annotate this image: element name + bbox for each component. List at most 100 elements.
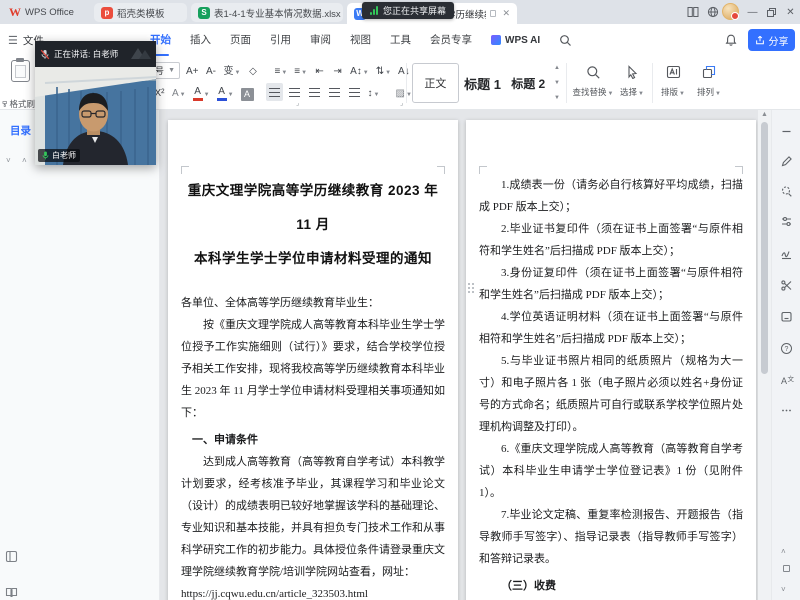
align-right-icon (309, 88, 320, 97)
page-thumbnail-icon[interactable] (783, 565, 790, 572)
clear-format-button[interactable]: ◇ (245, 61, 260, 79)
text-transform-button[interactable]: 变▼ (222, 61, 243, 79)
more-icon[interactable] (779, 403, 794, 418)
char-scale-button[interactable]: ⇅▼ (374, 61, 393, 79)
close-tab-icon[interactable]: ✕ (502, 8, 510, 19)
paragraph[interactable]: 4.学位英语证明材料（须在证书上面签署“与原件相符和学生姓名”后扫描成 PDF … (479, 306, 743, 350)
share-button-label: 分享 (769, 33, 789, 48)
notes-card-icon[interactable] (779, 309, 794, 324)
translate-icon[interactable]: A文 (779, 373, 794, 388)
globe-icon[interactable] (704, 4, 721, 20)
tab-docer-template[interactable]: p 稻壳类模板 (94, 3, 187, 22)
paragraph[interactable]: 6.《重庆文理学院成人高等教育（高等教育自学考试）本科毕业生申请学士学位登记表》… (479, 438, 743, 504)
edit-pencil-icon[interactable] (779, 154, 794, 169)
paragraph-dialog-launcher[interactable]: ⌟ (400, 99, 403, 107)
format-painter-button[interactable]: 格式刷 (2, 98, 35, 110)
paragraph[interactable]: 按《重庆文理学院成人高等教育本科毕业生学士学位授予工作实施细则（试行）》要求，结… (181, 314, 445, 424)
style-body-text[interactable]: 正文 (412, 63, 459, 103)
page-2[interactable]: 1.成绩表一份（请务必自行核算好平均成绩，扫描成 PDF 版本上交）； 2.毕业… (466, 120, 756, 600)
decrease-font-button[interactable]: A- (204, 61, 219, 79)
paragraph[interactable]: 1.成绩表一份（请务必自行核算好平均成绩，扫描成 PDF 版本上交）； (479, 174, 743, 218)
tab-wps-home[interactable]: W WPS Office (2, 3, 81, 22)
tab-reference[interactable]: 引用 (270, 24, 291, 56)
tab-page[interactable]: 页面 (230, 24, 251, 56)
paragraph[interactable]: 各单位、全体高等学历继续教育毕业生： (181, 292, 445, 314)
lasso-select-icon[interactable] (779, 184, 794, 199)
distribute-button[interactable] (346, 83, 363, 101)
page-1[interactable]: 重庆文理学院高等学历继续教育 2023 年 11 月 本科学生学士学位申请材料受… (168, 120, 458, 600)
scrollbar-thumb[interactable] (761, 122, 768, 374)
restore-button[interactable] (763, 4, 780, 20)
link-text[interactable]: https://jj.cqwu.edu.cn/article_323503.ht… (181, 583, 445, 600)
notification-bell-icon[interactable] (724, 33, 738, 47)
char-shading-button[interactable]: A (239, 83, 256, 101)
bullet-list-button[interactable]: ≡▼ (272, 61, 289, 79)
numbered-list-button[interactable]: ≡▼ (292, 61, 309, 79)
decrease-indent-button[interactable]: ⇤ (312, 61, 327, 79)
scissors-icon[interactable] (779, 278, 794, 293)
signature-icon[interactable] (779, 246, 794, 261)
increase-indent-button[interactable]: ⇥ (330, 61, 345, 79)
previous-page-icon[interactable]: ˄ (781, 547, 786, 556)
align-right-button[interactable] (306, 83, 323, 101)
paste-button[interactable] (5, 60, 35, 82)
search-icon[interactable] (559, 34, 572, 47)
share-button[interactable]: 分享 (748, 29, 795, 51)
tab-member[interactable]: 会员专享 (430, 24, 472, 56)
font-color-button[interactable]: A▼ (215, 83, 236, 101)
collapse-toolbar-icon[interactable] (779, 124, 794, 139)
chevron-down-icon[interactable]: ˅ (6, 156, 11, 165)
paragraph[interactable]: 达到成人高等教育（高等教育自学考试）本科教学计划要求，经考核准予毕业，其课程学习… (181, 451, 445, 583)
vertical-scrollbar[interactable]: ▲ (758, 110, 771, 600)
tab-insert[interactable]: 插入 (190, 24, 211, 56)
shading-fill-button[interactable]: ▨▼ (393, 83, 413, 101)
style-gallery-arrows[interactable]: ▲▼▼ (552, 65, 560, 101)
find-replace-button[interactable]: 查找替换▼ (570, 62, 616, 100)
help-icon[interactable]: ? (779, 341, 794, 356)
clipboard-icon (11, 60, 30, 82)
document-title[interactable]: 重庆文理学院高等学历继续教育 2023 年 11 月 本科学生学士学位申请材料受… (181, 174, 445, 276)
paragraph[interactable]: 2.毕业证书复印件（须在证书上面签署“与原件相符和学生姓名”后扫描成 PDF 版… (479, 218, 743, 262)
user-avatar[interactable] (722, 3, 739, 20)
arrange-button[interactable]: 排列▼ (692, 62, 726, 100)
text-direction-button[interactable]: A↕▼ (348, 61, 371, 79)
close-button[interactable]: ✕ (782, 4, 799, 20)
heading[interactable]: 一、申请条件 (181, 429, 445, 451)
meeting-video-overlay[interactable]: 正在讲话: 白老师 (35, 41, 156, 165)
style-heading2[interactable]: 标题 2 (506, 75, 550, 92)
text-effect-button[interactable]: A▼ (170, 83, 188, 101)
tab-view[interactable]: 视图 (350, 24, 371, 56)
tab-review[interactable]: 审阅 (310, 24, 331, 56)
panel-pages-icon[interactable] (5, 550, 18, 563)
panel-book-icon[interactable] (5, 586, 18, 599)
split-view-icon[interactable] (684, 4, 701, 20)
next-page-icon[interactable]: ˅ (781, 585, 786, 594)
adjust-sliders-icon[interactable] (779, 214, 794, 229)
font-dialog-launcher[interactable]: ⌟ (296, 99, 299, 107)
tab-tools[interactable]: 工具 (390, 24, 411, 56)
pin-tab-icon[interactable] (490, 10, 496, 17)
align-left-button[interactable] (266, 83, 283, 101)
paragraph[interactable]: 3.身份证复印件（须在证书上面签署“与原件相符和学生姓名”后扫描成 PDF 版本… (479, 262, 743, 306)
toc-tab[interactable]: 目录 (10, 123, 31, 138)
justify-button[interactable] (326, 83, 343, 101)
tab-spreadsheet[interactable]: S 表1-4-1专业基本情况数据.xlsx (191, 3, 343, 22)
paragraph[interactable]: 5.与毕业证书照片相同的纸质照片（规格为大一寸）和电子照片各 1 张（电子照片必… (479, 350, 743, 438)
scroll-up-arrow[interactable]: ▲ (758, 111, 771, 118)
increase-font-button[interactable]: A+ (184, 61, 201, 79)
chevron-up-icon[interactable]: ˄ (22, 156, 27, 165)
typeset-button[interactable]: 排版▼ (656, 62, 690, 100)
line-spacing-button[interactable]: ↕▼ (366, 83, 382, 101)
document-canvas[interactable]: 重庆文理学院高等学历继续教育 2023 年 11 月 本科学生学士学位申请材料受… (160, 110, 758, 600)
wps-ai-button[interactable]: WPS AI (491, 35, 540, 46)
highlight-color-button[interactable]: A▼ (191, 83, 212, 101)
align-center-button[interactable] (286, 83, 303, 101)
sort-button[interactable]: A↓ (396, 61, 412, 79)
select-button[interactable]: 选择▼ (616, 62, 648, 100)
cursor-arrow-icon (616, 62, 648, 82)
heading[interactable]: （三）收费 (479, 575, 743, 597)
style-heading1[interactable]: 标题 1 (461, 74, 505, 93)
minimize-button[interactable]: — (744, 4, 761, 20)
paragraph[interactable]: 7.毕业论文定稿、重复率检测报告、开题报告（指导教师手写签字）、指导记录表（指导… (479, 504, 743, 570)
paragraph-drag-handle[interactable] (467, 282, 474, 293)
